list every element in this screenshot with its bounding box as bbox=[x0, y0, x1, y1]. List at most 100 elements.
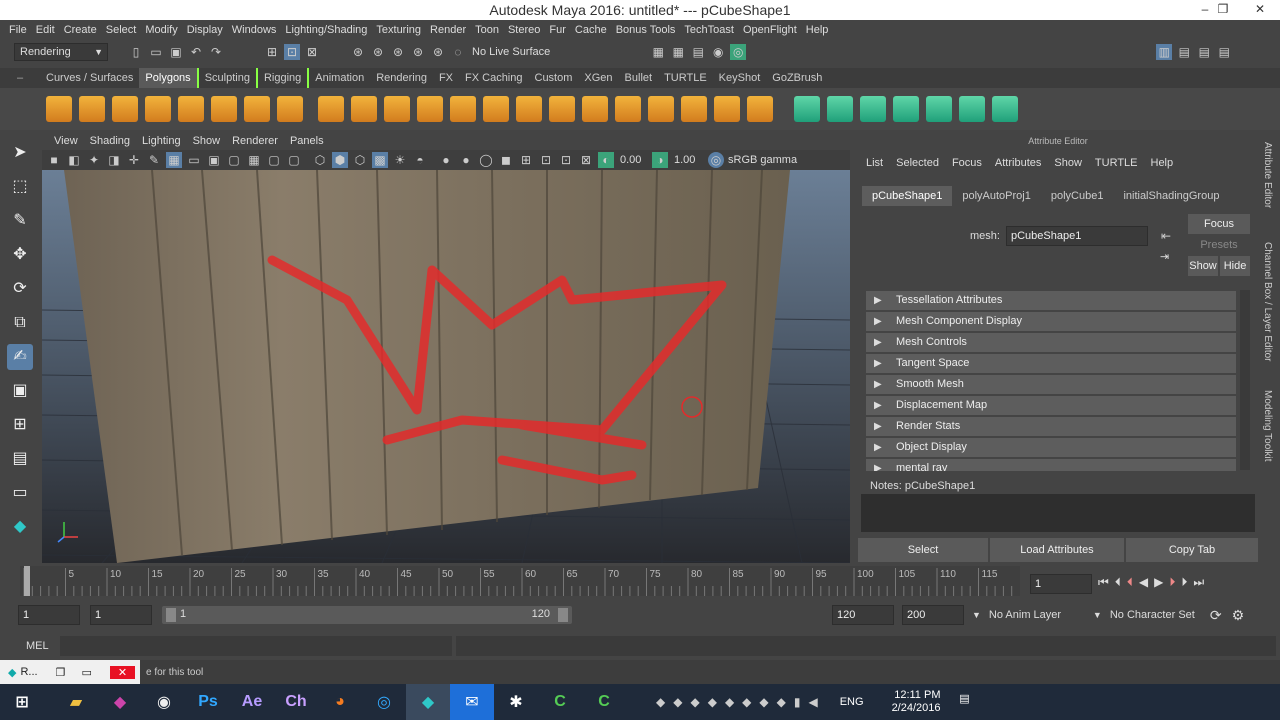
tray-app-icon[interactable]: ◆ bbox=[656, 695, 665, 709]
insert-edge-loop-icon[interactable] bbox=[615, 96, 641, 122]
tray-app-icon[interactable]: ◆ bbox=[673, 695, 682, 709]
poly-plane-icon[interactable] bbox=[178, 96, 204, 122]
make-live-icon[interactable]: ◌ bbox=[450, 44, 466, 60]
motion-blur-icon[interactable]: ● bbox=[458, 152, 474, 168]
menu-select[interactable]: Select bbox=[106, 24, 137, 36]
poly-torus-icon[interactable] bbox=[211, 96, 237, 122]
range-slider-bar[interactable]: 1 120 bbox=[162, 606, 572, 624]
volume-icon[interactable]: ◀ bbox=[808, 695, 817, 709]
uv-automatic-icon[interactable] bbox=[893, 96, 919, 122]
shelf-tab-gozbrush[interactable]: GoZBrush bbox=[766, 68, 828, 88]
current-time-marker[interactable] bbox=[24, 566, 30, 596]
poly-prism-icon[interactable] bbox=[244, 96, 270, 122]
xray-components-icon[interactable]: ⊠ bbox=[578, 152, 594, 168]
safe-title-icon[interactable]: ▢ bbox=[286, 152, 302, 168]
uv-unfold-icon[interactable] bbox=[926, 96, 952, 122]
xray-icon[interactable]: ⊡ bbox=[538, 152, 554, 168]
section-mesh-controls[interactable]: Mesh Controls bbox=[866, 333, 1236, 352]
ipr-render-icon[interactable]: ▦ bbox=[670, 44, 686, 60]
smooth-icon[interactable] bbox=[384, 96, 410, 122]
shelf-tab-turtle[interactable]: TURTLE bbox=[658, 68, 713, 88]
menuset-dropdown[interactable]: Rendering ▼ bbox=[14, 43, 108, 61]
select-hierarchy-icon[interactable]: ⊞ bbox=[264, 44, 280, 60]
section-mental-ray[interactable]: mental ray bbox=[866, 459, 1236, 471]
step-back-key-icon[interactable]: ⏴ bbox=[1115, 575, 1121, 590]
shelf-tab-rigging[interactable]: Rigging bbox=[258, 68, 310, 88]
shelf-tab-rendering[interactable]: Rendering bbox=[370, 68, 433, 88]
preferences-icon[interactable]: ⚙ bbox=[1232, 607, 1245, 624]
shelf-tab-fx[interactable]: FX bbox=[433, 68, 459, 88]
shelf-tab-xgen[interactable]: XGen bbox=[578, 68, 618, 88]
snap-surface-icon[interactable]: ⊛ bbox=[430, 44, 446, 60]
exposure-icon[interactable]: ◐ bbox=[598, 152, 614, 168]
presets-button[interactable]: Presets bbox=[1188, 236, 1250, 254]
redo-icon[interactable]: ↷ bbox=[208, 44, 224, 60]
firefox-icon[interactable]: ◕ bbox=[318, 684, 362, 720]
screen-space-ao-icon[interactable]: ● bbox=[438, 152, 454, 168]
chevron-down-icon[interactable]: ▼ bbox=[972, 610, 981, 620]
menu-texturing[interactable]: Texturing bbox=[376, 24, 421, 36]
snap-grid-icon[interactable]: ⊛ bbox=[350, 44, 366, 60]
two-d-pan-icon[interactable]: ✛ bbox=[126, 152, 142, 168]
lasso-tool-icon[interactable]: ⬚ bbox=[7, 174, 33, 200]
ae-tab-polycube1[interactable]: polyCube1 bbox=[1041, 186, 1114, 206]
menu-fur[interactable]: Fur bbox=[549, 24, 566, 36]
workspace-channel-icon[interactable]: ▤ bbox=[1196, 44, 1212, 60]
shelf-tab-keyshot[interactable]: KeyShot bbox=[713, 68, 767, 88]
section-displacement-map[interactable]: Displacement Map bbox=[866, 396, 1236, 415]
section-tangent-space[interactable]: Tangent Space bbox=[866, 354, 1236, 373]
use-all-lights-icon[interactable]: ☀ bbox=[392, 152, 408, 168]
side-tab-channel-box[interactable]: Channel Box / Layer Editor bbox=[1262, 242, 1273, 362]
xray-joints-icon[interactable]: ⊡ bbox=[558, 152, 574, 168]
character-set-label[interactable]: No Character Set bbox=[1110, 609, 1200, 621]
section-tessellation-attributes[interactable]: Tessellation Attributes bbox=[866, 291, 1236, 310]
file-explorer-icon[interactable]: ▰ bbox=[54, 684, 98, 720]
range-start-field[interactable]: 1 bbox=[18, 605, 80, 625]
poly-cylinder-icon[interactable] bbox=[112, 96, 138, 122]
go-to-end-icon[interactable]: ⏭ bbox=[1193, 575, 1204, 590]
shelf-tab-fx-caching[interactable]: FX Caching bbox=[459, 68, 528, 88]
media-app-icon[interactable]: ◆ bbox=[98, 684, 142, 720]
workspace-attr-icon[interactable]: ▤ bbox=[1176, 44, 1192, 60]
perspective-viewport[interactable] bbox=[42, 170, 850, 563]
workspace-layout-icon[interactable]: ▥ bbox=[1156, 44, 1173, 60]
grid-toggle-icon[interactable]: ▦ bbox=[166, 152, 182, 168]
tray-app-icon[interactable]: ◆ bbox=[708, 695, 717, 709]
extrude-icon[interactable] bbox=[483, 96, 509, 122]
maya-taskbar-icon[interactable]: ◆ bbox=[406, 684, 450, 720]
bevel-icon[interactable] bbox=[681, 96, 707, 122]
shelf-menu-icon[interactable]: – bbox=[0, 72, 40, 84]
notifications-icon[interactable]: ▤ bbox=[955, 692, 975, 712]
poly-sphere-icon[interactable] bbox=[46, 96, 72, 122]
camtasia-icon[interactable]: C bbox=[538, 684, 582, 720]
render-frame-icon[interactable]: ▦ bbox=[650, 44, 666, 60]
play-backwards-icon[interactable]: ◀ bbox=[1139, 575, 1148, 589]
vp-menu-panels[interactable]: Panels bbox=[290, 135, 324, 147]
side-tab-modeling-toolkit[interactable]: Modeling Toolkit bbox=[1262, 390, 1273, 462]
section-mesh-component-display[interactable]: Mesh Component Display bbox=[866, 312, 1236, 331]
copy-tab-button[interactable]: Copy Tab bbox=[1126, 538, 1258, 562]
shelf-tab-custom[interactable]: Custom bbox=[529, 68, 579, 88]
color-space-label[interactable]: sRGB gamma bbox=[728, 154, 797, 166]
multi-cut-icon[interactable] bbox=[516, 96, 542, 122]
ae-menu-selected[interactable]: Selected bbox=[896, 157, 939, 169]
auto-key-icon[interactable]: ⟳ bbox=[1210, 607, 1222, 624]
photoshop-icon[interactable]: Ps bbox=[186, 684, 230, 720]
target-weld-icon[interactable] bbox=[582, 96, 608, 122]
vp-menu-renderer[interactable]: Renderer bbox=[232, 135, 278, 147]
ae-tab-polyautoproj1[interactable]: polyAutoProj1 bbox=[952, 186, 1041, 206]
ae-tab-initialshadinggroup[interactable]: initialShadingGroup bbox=[1113, 186, 1229, 206]
combine-icon[interactable] bbox=[318, 96, 344, 122]
time-ruler[interactable]: 5 10 15 20 25 30 35 40 45 50 55 60 65 70 75 80 85 90 95 100… bbox=[20, 566, 1035, 596]
workspace-tool-icon[interactable]: ▤ bbox=[1216, 44, 1232, 60]
wireframe-icon[interactable]: ⬡ bbox=[312, 152, 328, 168]
camera-attributes-icon[interactable]: ◧ bbox=[66, 152, 82, 168]
paint-select-icon[interactable]: ✎ bbox=[7, 208, 33, 234]
menu-lighting-shading[interactable]: Lighting/Shading bbox=[285, 24, 367, 36]
depth-of-field-icon[interactable]: ◼ bbox=[498, 152, 514, 168]
select-tool-icon[interactable]: ➤ bbox=[7, 140, 33, 166]
menu-techtoast[interactable]: TechToast bbox=[684, 24, 734, 36]
after-effects-icon[interactable]: Ae bbox=[230, 684, 274, 720]
textured-icon[interactable]: ▩ bbox=[372, 152, 388, 168]
range-handle-end[interactable] bbox=[558, 608, 568, 622]
